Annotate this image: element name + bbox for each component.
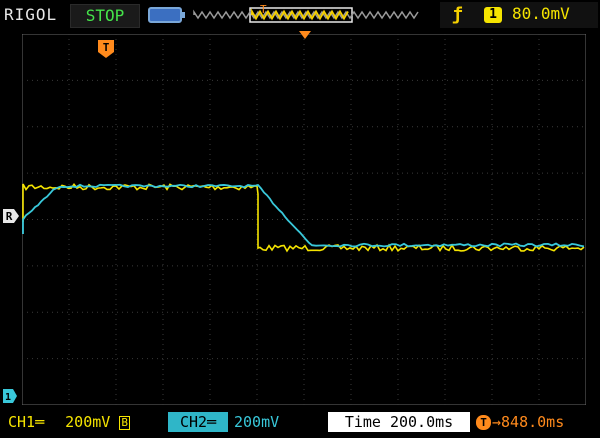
svg-text:T: T — [103, 41, 110, 54]
trigger-source-badge: 1 — [484, 7, 502, 23]
svg-text:R: R — [6, 210, 13, 223]
svg-text:1: 1 — [5, 392, 11, 403]
waveform-display[interactable] — [22, 34, 586, 405]
trigger-level: 80.0mV — [512, 4, 570, 23]
memory-depth-indicator[interactable]: T — [192, 4, 420, 26]
dc-coupling-icon: ═ — [207, 413, 217, 431]
ch1-label: CH1 — [8, 413, 36, 431]
status-bar: RIGOL STOP T ƒ 1 80.0mV — [0, 0, 600, 30]
ref-marker[interactable]: R — [2, 208, 20, 224]
time-label: Time — [344, 413, 381, 431]
trigger-offset[interactable]: T →848.0ms — [476, 413, 564, 431]
horizontal-position-marker[interactable] — [298, 30, 312, 40]
channel-info-bar: CH1═ 200mV B CH2═ 200mV Time 200.0ms T →8… — [0, 405, 600, 438]
arrow-right-icon: → — [492, 413, 502, 431]
ch1-scale: 200mV — [65, 413, 111, 431]
time-value: 200.0ms — [389, 413, 454, 431]
timebase-info[interactable]: Time 200.0ms — [328, 412, 470, 432]
trigger-info[interactable]: ƒ 1 80.0mV — [440, 2, 598, 28]
ch1-ground-marker[interactable]: 1 — [2, 388, 18, 404]
trigger-position-marker[interactable]: T — [96, 38, 116, 60]
brand-logo: RIGOL — [4, 5, 58, 24]
battery-icon — [148, 7, 185, 23]
memory-trigger-marker: T — [260, 4, 267, 16]
ch2-info[interactable]: CH2═ 200mV — [168, 412, 314, 432]
rising-edge-icon: ƒ — [452, 4, 463, 25]
trigger-offset-value: 848.0ms — [501, 413, 565, 431]
run-stop-button[interactable]: STOP — [70, 4, 140, 28]
ch1-bandwidth-badge: B — [119, 416, 130, 430]
ch2-scale: 200mV — [234, 413, 280, 431]
ch2-label: CH2═ — [168, 412, 228, 432]
ch1-info[interactable]: CH1═ 200mV B — [8, 413, 130, 431]
trigger-offset-icon: T — [476, 415, 491, 430]
dc-coupling-icon: ═ — [35, 413, 45, 431]
